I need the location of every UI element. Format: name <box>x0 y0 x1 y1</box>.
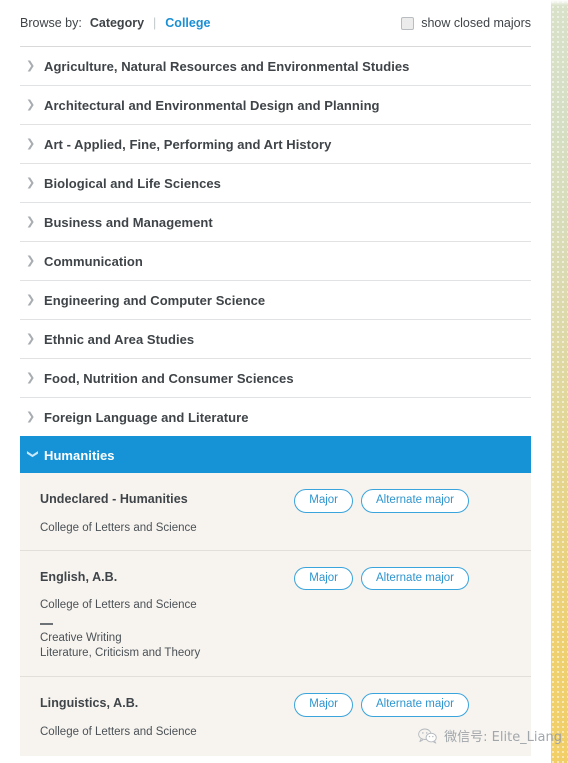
chevron-right-icon: ❯ <box>26 371 36 384</box>
category-row-ethnic[interactable]: ❯ Ethnic and Area Studies <box>20 319 531 358</box>
category-label: Art - Applied, Fine, Performing and Art … <box>44 136 332 152</box>
major-header: Linguistics, A.B. Major Alternate major <box>40 693 511 717</box>
major-button[interactable]: Major <box>294 693 354 717</box>
browse-by-category-option[interactable]: Category <box>90 16 144 30</box>
category-label: Biological and Life Sciences <box>44 175 221 191</box>
chevron-right-icon: ❯ <box>26 59 36 72</box>
major-actions: Major Alternate major <box>294 566 469 591</box>
page-content: Browse by: Category | College show close… <box>0 0 551 763</box>
alternate-major-button[interactable]: Alternate major <box>361 566 469 591</box>
major-actions: Major Alternate major <box>294 693 469 717</box>
major-item: Undeclared - Humanities Major Alternate … <box>20 473 531 550</box>
category-row-foreign-language[interactable]: ❯ Foreign Language and Literature <box>20 397 531 436</box>
category-row-business[interactable]: ❯ Business and Management <box>20 202 531 241</box>
chevron-right-icon: ❯ <box>26 176 36 189</box>
browse-by-separator: | <box>153 16 157 30</box>
category-row-humanities[interactable]: ❯ Humanities <box>20 436 531 473</box>
category-row-communication[interactable]: ❯ Communication <box>20 241 531 280</box>
chevron-right-icon: ❯ <box>26 137 36 150</box>
specialization-list: Creative Writing Literature, Criticism a… <box>40 623 511 660</box>
show-closed-majors-label: show closed majors <box>421 16 531 30</box>
category-row-biological[interactable]: ❯ Biological and Life Sciences <box>20 163 531 202</box>
major-college: College of Letters and Science <box>40 725 197 738</box>
browse-by-group: Browse by: Category | College <box>20 16 210 30</box>
browse-by-college-option[interactable]: College <box>165 16 210 30</box>
alternate-major-button[interactable]: Alternate major <box>361 489 469 513</box>
humanities-panel: Undeclared - Humanities Major Alternate … <box>20 473 531 756</box>
chevron-right-icon: ❯ <box>26 98 36 111</box>
major-button[interactable]: Major <box>294 566 354 591</box>
chevron-right-icon: ❯ <box>26 332 36 345</box>
specialization-divider <box>40 623 53 626</box>
category-label: Business and Management <box>44 214 213 230</box>
browse-bar: Browse by: Category | College show close… <box>0 0 551 46</box>
chevron-down-icon: ❯ <box>26 449 39 459</box>
major-name: Undeclared - Humanities <box>40 492 188 506</box>
browse-by-label: Browse by: <box>20 16 82 30</box>
major-name: Linguistics, A.B. <box>40 696 139 711</box>
specialization-item: Creative Writing <box>40 632 122 645</box>
chevron-right-icon: ❯ <box>26 293 36 306</box>
major-name: English, A.B. <box>40 569 118 584</box>
major-actions: Major Alternate major <box>294 489 469 513</box>
category-label: Agriculture, Natural Resources and Envir… <box>44 58 410 74</box>
major-button[interactable]: Major <box>294 489 354 513</box>
category-label: Humanities <box>44 447 115 463</box>
category-row-food[interactable]: ❯ Food, Nutrition and Consumer Sciences <box>20 358 531 397</box>
category-label: Food, Nutrition and Consumer Sciences <box>44 370 294 386</box>
specialization-item: Literature, Criticism and Theory <box>40 646 201 659</box>
alternate-major-button[interactable]: Alternate major <box>361 693 469 717</box>
category-label: Engineering and Computer Science <box>44 292 266 308</box>
category-accordion: ❯ Agriculture, Natural Resources and Env… <box>0 46 551 756</box>
major-header: Undeclared - Humanities Major Alternate … <box>40 489 511 513</box>
category-row-agriculture[interactable]: ❯ Agriculture, Natural Resources and Env… <box>20 46 531 85</box>
category-row-art[interactable]: ❯ Art - Applied, Fine, Performing and Ar… <box>20 124 531 163</box>
category-row-engineering[interactable]: ❯ Engineering and Computer Science <box>20 280 531 319</box>
chevron-right-icon: ❯ <box>26 215 36 228</box>
major-college: College of Letters and Science <box>40 521 197 534</box>
major-header: English, A.B. Major Alternate major <box>40 566 511 591</box>
chevron-right-icon: ❯ <box>26 410 36 423</box>
chevron-right-icon: ❯ <box>26 254 36 267</box>
category-label: Communication <box>44 253 143 269</box>
category-row-architectural[interactable]: ❯ Architectural and Environmental Design… <box>20 85 531 124</box>
major-item: Linguistics, A.B. Major Alternate major … <box>20 676 531 754</box>
decorative-edge-strip <box>551 0 568 763</box>
edge-strip-dot-pattern <box>551 0 568 763</box>
show-closed-majors-group[interactable]: show closed majors <box>401 16 531 30</box>
category-label: Architectural and Environmental Design a… <box>44 97 380 113</box>
major-college: College of Letters and Science <box>40 599 197 612</box>
show-closed-majors-checkbox[interactable] <box>401 16 415 30</box>
category-label: Ethnic and Area Studies <box>44 331 195 347</box>
major-item: English, A.B. Major Alternate major Coll… <box>20 549 531 676</box>
category-label: Foreign Language and Literature <box>44 409 249 425</box>
